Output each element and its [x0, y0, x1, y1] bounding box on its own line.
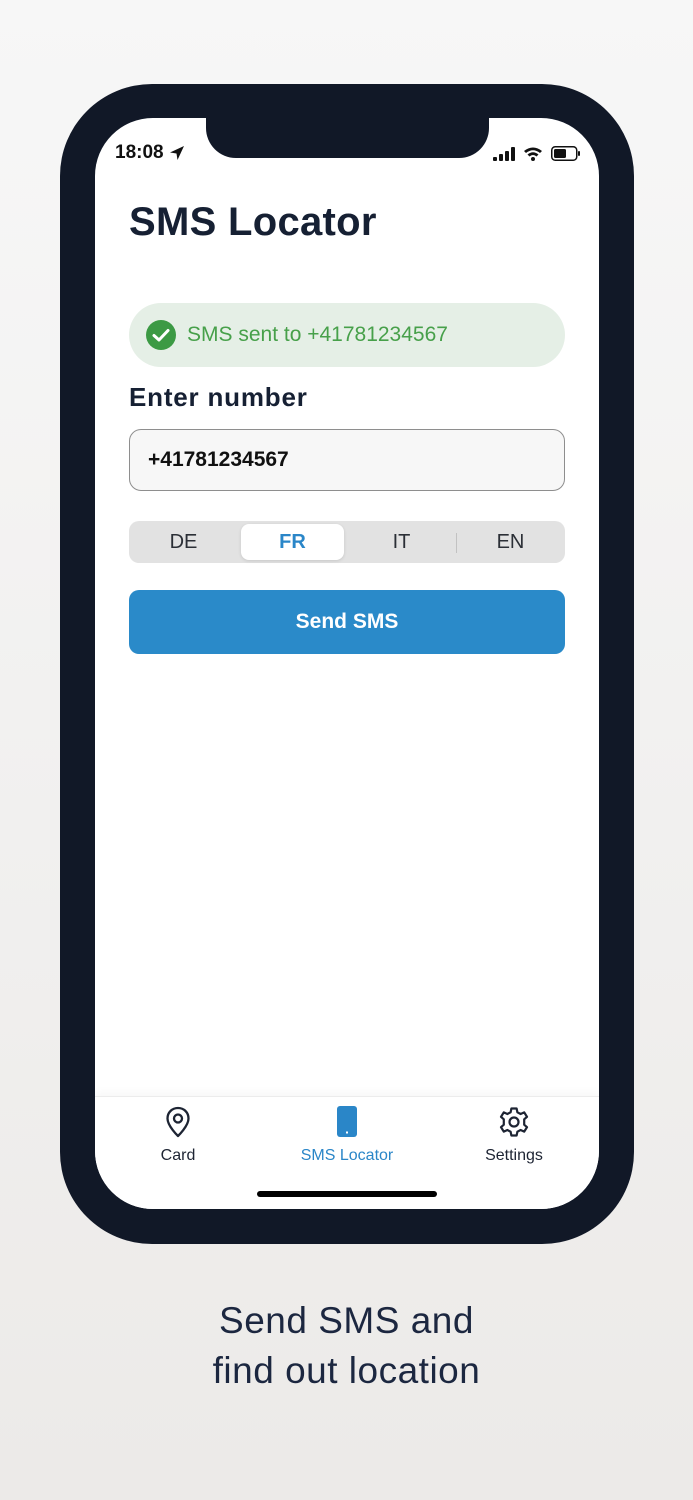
language-option-it[interactable]: IT — [350, 524, 453, 560]
language-option-de[interactable]: DE — [132, 524, 235, 560]
caption-line-1: Send SMS and — [219, 1300, 474, 1341]
check-circle-icon — [146, 320, 176, 350]
language-option-fr[interactable]: FR — [241, 524, 344, 560]
tab-card[interactable]: Card — [113, 1105, 243, 1165]
promo-caption: Send SMS and find out location — [0, 1296, 693, 1396]
phone-frame: 18:08 SMS Locator SMS sent to +417812345… — [60, 84, 634, 1244]
tab-card-label: Card — [160, 1147, 196, 1164]
home-indicator — [257, 1191, 437, 1197]
battery-icon — [551, 146, 580, 161]
segment-divider — [456, 533, 457, 553]
location-arrow-icon — [169, 146, 184, 160]
phone-number-input[interactable] — [129, 429, 565, 491]
tab-settings[interactable]: Settings — [449, 1105, 579, 1165]
toast-message: SMS sent to +41781234567 — [187, 323, 448, 346]
language-selector: DE FR IT EN — [129, 521, 565, 563]
tab-settings-label: Settings — [485, 1147, 543, 1164]
gear-icon — [499, 1107, 529, 1137]
tab-sms-locator[interactable]: SMS Locator — [282, 1105, 412, 1165]
send-sms-button[interactable]: Send SMS — [129, 590, 565, 654]
cellular-signal-icon — [493, 146, 515, 161]
number-field-label: Enter number — [129, 382, 308, 412]
phone-icon — [337, 1106, 357, 1137]
tab-sms-locator-label: SMS Locator — [300, 1147, 394, 1164]
page-title: SMS Locator — [129, 200, 377, 244]
app-screen: 18:08 SMS Locator SMS sent to +417812345… — [95, 118, 599, 1209]
map-pin-icon — [166, 1106, 190, 1138]
status-bar-time: 18:08 — [115, 142, 186, 164]
wifi-icon — [524, 147, 542, 161]
status-bar-indicators — [493, 146, 581, 161]
success-toast: SMS sent to +41781234567 — [129, 303, 565, 367]
status-time-text: 18:08 — [115, 142, 164, 163]
language-option-en[interactable]: EN — [459, 524, 562, 560]
notch — [206, 118, 489, 158]
caption-line-2: find out location — [212, 1350, 481, 1391]
